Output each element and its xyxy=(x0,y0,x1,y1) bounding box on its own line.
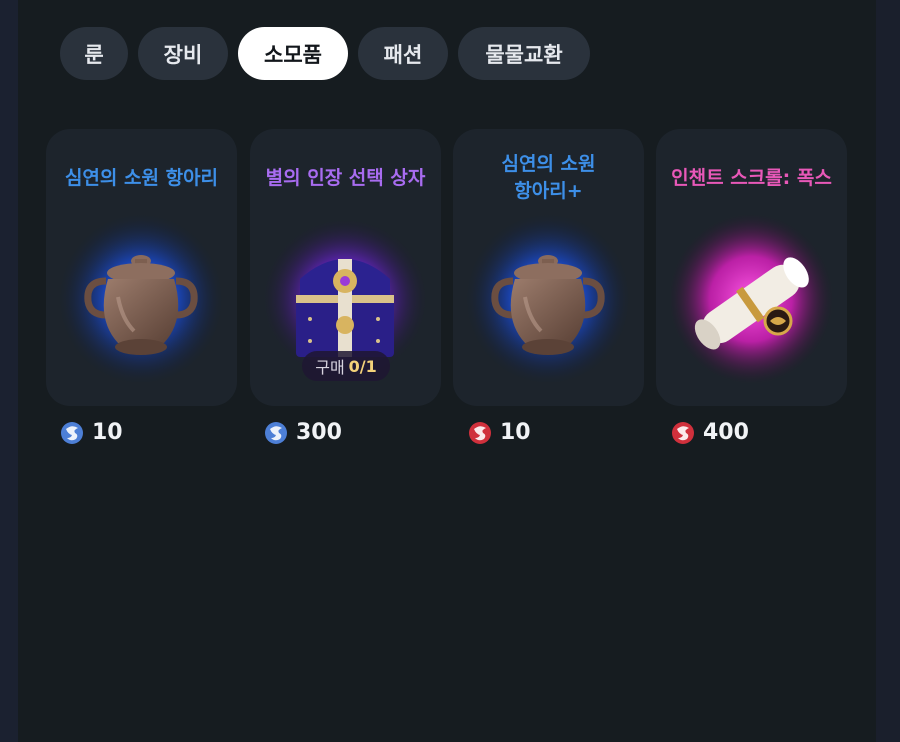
item-title-line: 심연의 소원 xyxy=(501,153,596,175)
tab-fashion[interactable]: 패션 xyxy=(358,27,448,80)
price-value: 10 xyxy=(500,420,531,445)
tab-rune[interactable]: 룬 xyxy=(60,27,128,80)
shop-panel: 룬 장비 소모품 패션 물물교환 심연의 소원 항아리 별의 인장 선택 상자 … xyxy=(18,0,876,742)
tab-barter[interactable]: 물물교환 xyxy=(458,27,590,80)
item-price: 300 xyxy=(264,420,342,445)
pot-icon xyxy=(59,214,223,384)
shop-item-card[interactable]: 심연의 소원 항아리+ xyxy=(453,129,644,406)
item-price: 10 xyxy=(60,420,123,445)
purchase-limit-badge: 구매 0/1 xyxy=(302,351,390,381)
shop-item-card[interactable]: 인챈트 스크롤: 폭스 xyxy=(656,129,847,406)
category-tabs: 룬 장비 소모품 패션 물물교환 xyxy=(60,27,590,80)
shop-item-card[interactable]: 별의 인장 선택 상자 구매 0/1 xyxy=(250,129,441,406)
price-value: 300 xyxy=(296,420,342,445)
price-value: 400 xyxy=(703,420,749,445)
item-price: 10 xyxy=(468,420,531,445)
right-scrollbar-track[interactable] xyxy=(876,0,900,742)
item-title: 별의 인장 선택 상자 xyxy=(265,167,426,189)
scroll-icon xyxy=(669,214,833,384)
item-title: 인챈트 스크롤: 폭스 xyxy=(671,167,832,189)
purchase-count: 0/1 xyxy=(348,356,377,376)
item-title-line: 항아리+ xyxy=(514,180,583,202)
price-value: 10 xyxy=(92,420,123,445)
purchase-label: 구매 xyxy=(315,358,345,377)
item-price: 400 xyxy=(671,420,749,445)
item-title: 심연의 소원 항아리 xyxy=(64,167,219,189)
blue-dragon-token-icon xyxy=(265,421,287,444)
left-edge-strip xyxy=(0,0,18,742)
tab-equipment[interactable]: 장비 xyxy=(138,27,228,80)
pot-icon xyxy=(466,214,630,384)
shop-item-card[interactable]: 심연의 소원 항아리 xyxy=(46,129,237,406)
blue-dragon-token-icon xyxy=(61,421,83,444)
item-title: 심연의 소원 항아리+ xyxy=(453,151,644,205)
tab-consumables[interactable]: 소모품 xyxy=(238,27,348,80)
red-dragon-token-icon xyxy=(672,421,694,444)
red-dragon-token-icon xyxy=(469,421,491,444)
